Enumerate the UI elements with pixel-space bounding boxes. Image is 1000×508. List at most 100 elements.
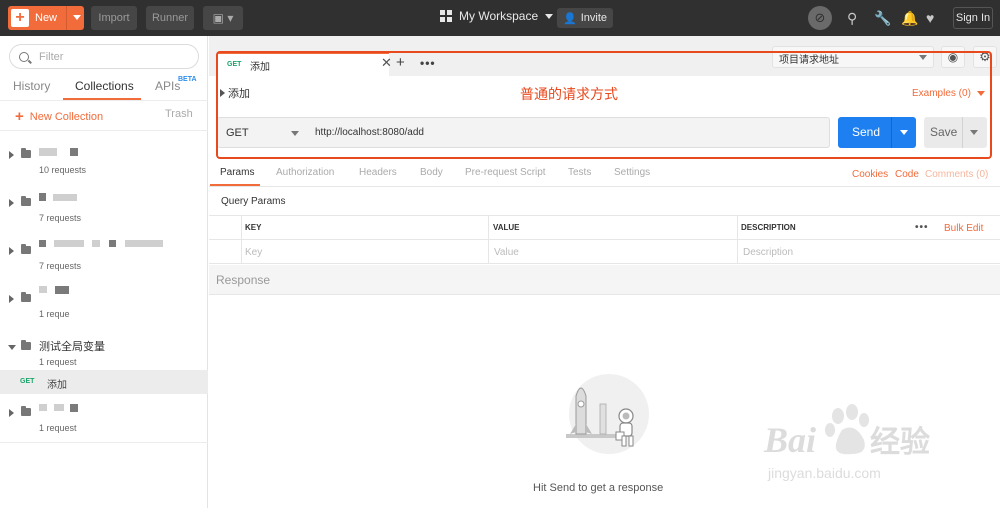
request-tab-strip: GET 添加 ✕ + ••• 项目请求地址 ◉ ⚙ <box>209 36 1000 76</box>
sign-in-button[interactable]: Sign In <box>953 7 993 29</box>
more-icon[interactable]: ••• <box>420 56 436 70</box>
cookies-link[interactable]: Cookies <box>852 169 888 180</box>
bulk-edit-link[interactable]: Bulk Edit <box>944 223 983 234</box>
sync-status-icon[interactable]: ⊘ <box>808 6 832 30</box>
folder-icon <box>21 196 31 206</box>
chevron-down-icon[interactable] <box>8 345 16 350</box>
request-count: 1 request <box>39 357 77 367</box>
chevron-right-icon[interactable] <box>9 199 14 207</box>
chevron-down-icon <box>545 13 554 19</box>
collection-item[interactable]: 1 reque <box>0 280 208 328</box>
save-button[interactable]: Save <box>924 117 987 148</box>
request-count: 1 reque <box>39 309 70 319</box>
tab-settings[interactable]: Settings <box>614 167 650 178</box>
request-count: 1 request <box>39 423 77 433</box>
request-item-selected[interactable]: GET 添加 <box>0 370 208 394</box>
new-window-button[interactable]: ▣ ▾ <box>203 6 243 30</box>
tab-params[interactable]: Params <box>220 167 254 178</box>
invite-label: Invite <box>580 12 607 24</box>
send-button[interactable]: Send <box>838 117 916 148</box>
astronaut-rocket-illustration <box>566 374 649 454</box>
tab-tests[interactable]: Tests <box>568 167 591 178</box>
invite-button[interactable]: 👤 Invite <box>557 8 613 28</box>
new-collection-label: New Collection <box>29 110 104 123</box>
chevron-right-icon[interactable] <box>220 89 225 97</box>
new-button[interactable]: + New <box>8 6 84 30</box>
chevron-down-icon[interactable] <box>73 15 81 20</box>
new-tab-icon[interactable]: + <box>396 54 405 71</box>
top-bar: + New Import Runner ▣ ▾ My Workspace 👤 I… <box>0 0 1000 36</box>
url-bar: GET http://localhost:8080/add Send Save <box>209 110 1000 160</box>
add-user-icon: 👤 <box>563 12 577 25</box>
capture-icon[interactable]: ⚲ <box>847 9 857 27</box>
bell-icon[interactable]: 🔔 <box>901 9 918 27</box>
beta-badge: BETA <box>178 76 197 83</box>
params-table: KEY VALUE DESCRIPTION ••• Bulk Edit Key … <box>209 215 1000 264</box>
tab-apis[interactable]: APIs <box>155 79 180 93</box>
filter-placeholder: Filter <box>39 50 64 63</box>
response-title: Response <box>216 273 271 287</box>
method-select[interactable]: GET <box>217 117 307 148</box>
column-header-description: DESCRIPTION <box>741 223 796 232</box>
more-icon[interactable]: ••• <box>915 222 929 233</box>
eye-icon[interactable]: ◉ <box>941 46 965 68</box>
code-link[interactable]: Code <box>895 169 919 180</box>
collection-item[interactable]: 7 requests <box>0 184 208 232</box>
gear-icon[interactable]: ⚙ <box>973 46 997 68</box>
collection-item-expanded[interactable]: 测试全局变量 1 request <box>0 328 208 376</box>
method-badge: GET <box>227 61 242 68</box>
chevron-right-icon[interactable] <box>9 295 14 303</box>
request-count: 10 requests <box>39 165 87 175</box>
request-tab[interactable]: GET 添加 ✕ <box>217 52 392 76</box>
tab-headers[interactable]: Headers <box>359 167 397 178</box>
column-header-value: VALUE <box>493 223 520 232</box>
key-input[interactable]: Key <box>245 247 262 258</box>
column-header-key: KEY <box>245 223 262 232</box>
examples-dropdown[interactable]: Examples (0) <box>912 88 985 99</box>
query-params-title: Query Params <box>221 196 286 207</box>
new-collection-button[interactable]: + New Collection <box>15 108 103 125</box>
window-plus-icon: ▣ ▾ <box>212 11 234 25</box>
blurred-name <box>54 240 84 247</box>
blurred-name <box>39 404 47 411</box>
tab-history[interactable]: History <box>13 79 50 93</box>
heart-icon[interactable]: ♥ <box>926 9 934 27</box>
chevron-down-icon[interactable] <box>970 130 978 135</box>
collection-item[interactable]: 1 request <box>0 394 208 442</box>
import-button[interactable]: Import <box>91 6 137 30</box>
runner-button[interactable]: Runner <box>146 6 194 30</box>
table-header-row <box>209 216 1000 240</box>
close-icon[interactable]: ✕ <box>381 55 392 71</box>
folder-icon <box>21 406 31 416</box>
tab-collections[interactable]: Collections <box>75 79 134 93</box>
method-label: GET <box>226 127 249 139</box>
collection-item[interactable]: 10 requests <box>0 136 208 184</box>
collection-name: 测试全局变量 <box>39 341 105 353</box>
tab-body[interactable]: Body <box>420 167 443 178</box>
sidebar-tabs: History Collections APIs BETA <box>0 76 208 100</box>
tab-pre-request-script[interactable]: Pre-request Script <box>465 167 546 178</box>
workspace-switcher[interactable]: My Workspace <box>440 9 554 23</box>
value-input[interactable]: Value <box>494 247 519 258</box>
plus-icon: + <box>11 9 29 27</box>
filter-input[interactable]: Filter <box>9 44 199 69</box>
chevron-down-icon[interactable] <box>900 130 908 135</box>
chevron-right-icon[interactable] <box>9 247 14 255</box>
chevron-down-icon <box>291 131 299 136</box>
workspace-label: My Workspace <box>459 9 539 23</box>
request-tab-label: 添加 <box>250 62 270 73</box>
url-input[interactable]: http://localhost:8080/add <box>306 117 830 148</box>
blurred-name <box>39 286 47 293</box>
wrench-icon[interactable]: 🔧 <box>874 9 891 27</box>
description-input[interactable]: Description <box>743 247 793 258</box>
environment-select[interactable]: 项目请求地址 <box>772 46 934 68</box>
chevron-down-icon <box>919 55 927 60</box>
folder-icon <box>21 148 31 158</box>
trash-link[interactable]: Trash <box>165 108 193 120</box>
chevron-right-icon[interactable] <box>9 409 14 417</box>
collection-item[interactable]: 7 requests <box>0 232 208 280</box>
tab-authorization[interactable]: Authorization <box>276 167 334 178</box>
request-title[interactable]: 添加 <box>228 85 250 101</box>
chevron-right-icon[interactable] <box>9 151 14 159</box>
comments-link[interactable]: Comments (0) <box>925 169 988 180</box>
